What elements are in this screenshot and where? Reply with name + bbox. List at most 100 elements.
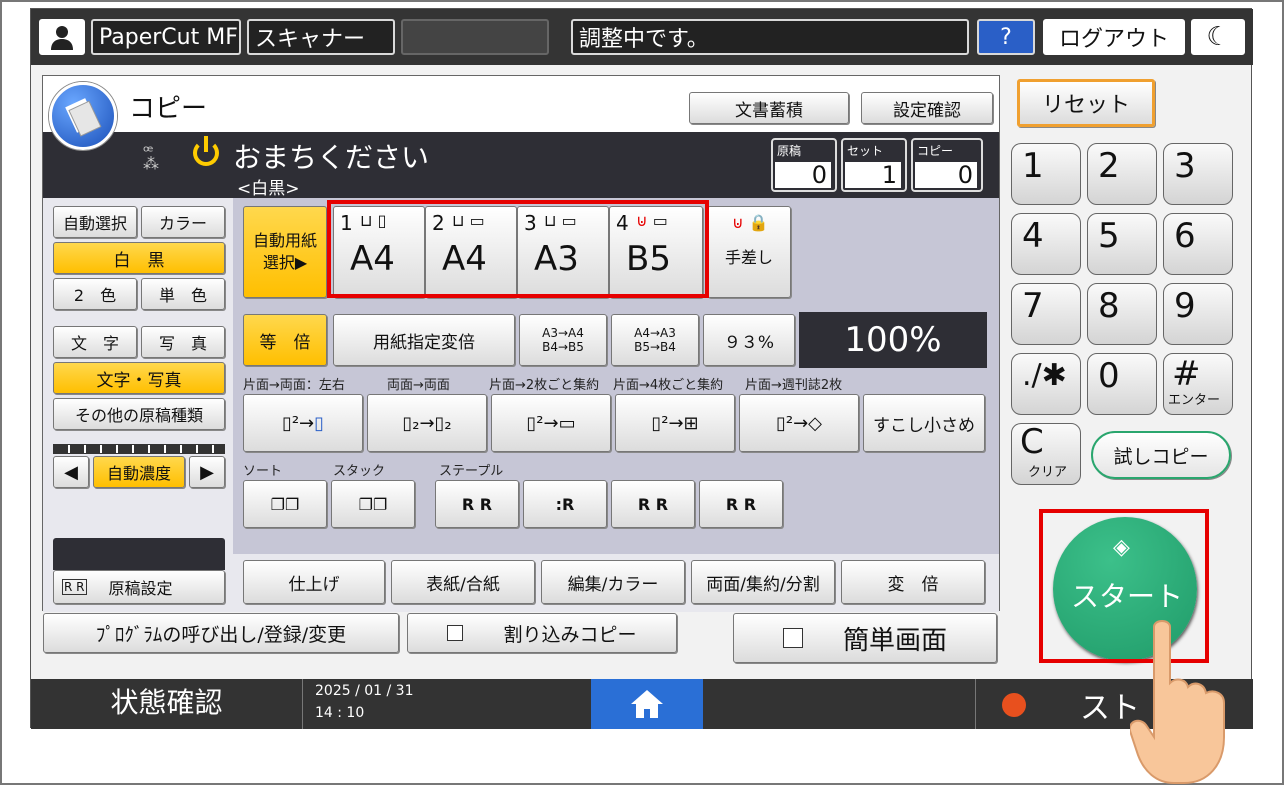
key-0[interactable]: 0 xyxy=(1087,353,1157,415)
magazine-label: 片面→週刊誌2枚 xyxy=(745,378,843,393)
slightly-smaller-button[interactable]: すこし小さめ xyxy=(863,394,985,452)
tray-highlight-box xyxy=(327,200,709,298)
top-bar: PaperCut MF スキャナー 調整中です。 ? ログアウト ☾ xyxy=(31,9,1253,65)
two-color-button[interactable]: 2 色 xyxy=(53,278,137,310)
stack-label: スタック xyxy=(333,464,386,479)
tab-edit-color[interactable]: 編集/カラー xyxy=(541,560,685,604)
help-button[interactable]: ? xyxy=(977,19,1035,55)
staple-label: ステープル xyxy=(439,464,504,479)
job-status-header: ꟹ ⁂ おまちください <白黒> 原稿 0 セット 1 コピー 0 xyxy=(43,132,999,199)
simple-screen-button[interactable]: 簡単画面 xyxy=(733,613,997,663)
photo-button[interactable]: 写 真 xyxy=(141,326,225,358)
text-button[interactable]: 文 字 xyxy=(53,326,137,358)
text-photo-button[interactable]: 文字・写真 xyxy=(53,362,225,394)
tab-duplex-combine[interactable]: 両面/集約/分割 xyxy=(691,560,835,604)
reset-button[interactable]: リセット xyxy=(1017,79,1155,127)
scanner-button[interactable]: スキャナー xyxy=(247,19,395,55)
key-2[interactable]: 2 xyxy=(1087,143,1157,205)
settings-check-button[interactable]: 設定確認 xyxy=(861,92,993,124)
key-5[interactable]: 5 xyxy=(1087,213,1157,275)
tab-cover[interactable]: 表紙/合紙 xyxy=(391,560,535,604)
stack-button[interactable]: ❐❐ xyxy=(331,480,415,528)
wait-message: おまちください xyxy=(233,141,430,174)
copier-screen: PaperCut MF スキャナー 調整中です。 ? ログアウト ☾ コピー 文… xyxy=(30,8,1253,729)
page-title: コピー xyxy=(129,94,208,124)
combine-4-label: 片面→4枚ごと集約 xyxy=(613,378,724,393)
staple-side-button[interactable]: :R xyxy=(523,480,607,528)
auto-select-button[interactable]: 自動選択 xyxy=(53,206,137,238)
density-lighter-button[interactable]: ◀ xyxy=(53,456,89,488)
staple-two-top-button[interactable]: R R xyxy=(699,480,783,528)
settings-area: 自動用紙 選択▶ 1 ⊔ ▯ A4 2 ⊔ ▭ A4 3 ⊔ ▭ A3 4 ⊍ ▭ B5 ⊍ 🔒… xyxy=(233,198,999,612)
enlarge-a4-a3-button[interactable]: A4→A3 B5→B4 xyxy=(611,314,699,366)
duplex-lr-label: 片面→両面：左右 xyxy=(243,378,345,393)
staple-top-left-button[interactable]: R R xyxy=(435,480,519,528)
magazine-icon: ▯²→◇ xyxy=(775,412,823,434)
program-button[interactable]: ﾌﾟﾛｸﾞﾗﾑの呼び出し/登録/変更 xyxy=(43,613,399,653)
full-size-button[interactable]: 等 倍 xyxy=(243,314,327,366)
staple-icon: R R xyxy=(461,494,493,514)
document-server-button[interactable]: 文書蓄積 xyxy=(689,92,849,124)
status-check-button[interactable]: 状態確認 xyxy=(31,679,303,729)
checkbox-icon xyxy=(447,625,464,641)
tab-ratio[interactable]: 変 倍 xyxy=(841,560,985,604)
papercut-button[interactable]: PaperCut MF xyxy=(91,19,241,55)
reduce-a3-a4-button[interactable]: A3→A4 B4→B5 xyxy=(519,314,607,366)
key-dot-star[interactable]: .∕✱ xyxy=(1011,353,1081,415)
combine-4-button[interactable]: ▯²→⊞ xyxy=(615,394,735,452)
key-7[interactable]: 7 xyxy=(1011,283,1081,345)
ratio-93-button[interactable]: ９３% xyxy=(703,314,795,366)
density-darker-button[interactable]: ▶ xyxy=(189,456,225,488)
time-display: 14 : 10 xyxy=(315,705,365,721)
duplex-icon: ▯₂→▯₂ xyxy=(402,412,452,434)
copies-counter: コピー 0 xyxy=(911,138,983,192)
sort-button[interactable]: ❐❐ xyxy=(243,480,327,528)
other-original-types-button[interactable]: その他の原稿種類 xyxy=(53,398,225,430)
one-to-two-sided-button[interactable]: ▯²→▯ xyxy=(243,394,363,452)
sort-label: ソート xyxy=(243,464,283,479)
auto-density-button[interactable]: 自動濃度 xyxy=(93,456,185,488)
color-mode-label: <白黒> xyxy=(237,179,300,199)
single-color-button[interactable]: 単 色 xyxy=(141,278,225,310)
interrupt-copy-button[interactable]: 割り込みコピー xyxy=(407,613,677,653)
key-9[interactable]: 9 xyxy=(1163,283,1233,345)
tab-finishing[interactable]: 仕上げ xyxy=(243,560,385,604)
moon-icon[interactable]: ☾ xyxy=(1191,19,1245,55)
clear-key[interactable]: C クリア xyxy=(1011,422,1081,485)
auto-paper-select-button[interactable]: 自動用紙 選択▶ xyxy=(243,206,327,298)
key-6[interactable]: 6 xyxy=(1163,213,1233,275)
bw-button[interactable]: 白 黒 xyxy=(53,242,225,274)
empty-app-slot[interactable] xyxy=(401,19,549,55)
user-icon[interactable] xyxy=(39,19,85,55)
magazine-button[interactable]: ▯²→◇ xyxy=(739,394,859,452)
home-icon xyxy=(631,690,663,718)
key-3[interactable]: 3 xyxy=(1163,143,1233,205)
staple-icon: R R xyxy=(637,494,669,514)
original-settings-button[interactable]: R R 原稿設定 xyxy=(53,570,225,604)
home-button[interactable] xyxy=(591,679,703,729)
stop-icon xyxy=(1002,693,1026,717)
sample-copy-button[interactable]: 試しコピー xyxy=(1091,431,1231,479)
originals-counter: 原稿 0 xyxy=(771,138,837,192)
duplex-dd-label: 両面→両面 xyxy=(387,378,450,393)
sets-counter: セット 1 xyxy=(841,138,907,192)
staple-two-left-button[interactable]: R R xyxy=(611,480,695,528)
color-button[interactable]: カラー xyxy=(141,206,225,238)
key-1[interactable]: 1 xyxy=(1011,143,1081,205)
bypass-tray-button[interactable]: ⊍ 🔒 手差し xyxy=(707,206,791,298)
key-hash-enter[interactable]: # エンター xyxy=(1163,353,1233,415)
staple-icon: R R xyxy=(725,494,757,514)
logout-button[interactable]: ログアウト xyxy=(1043,19,1185,55)
key-4[interactable]: 4 xyxy=(1011,213,1081,275)
key-8[interactable]: 8 xyxy=(1087,283,1157,345)
checkbox-icon xyxy=(782,628,803,648)
combine-2-label: 片面→2枚ごと集約 xyxy=(489,378,600,393)
paper-specified-ratio-button[interactable]: 用紙指定変倍 xyxy=(333,314,515,366)
copy-app-icon xyxy=(49,82,117,150)
status-message: 調整中です。 xyxy=(571,19,969,55)
two-to-two-sided-button[interactable]: ▯₂→▯₂ xyxy=(367,394,487,452)
status-bar: 状態確認 2025 / 01 / 31 14 : 10 スト xyxy=(31,679,1253,729)
combine-2-button[interactable]: ▯²→▭ xyxy=(491,394,611,452)
combine-2-icon: ▯²→▭ xyxy=(526,412,576,434)
original-settings-preview xyxy=(53,538,225,570)
